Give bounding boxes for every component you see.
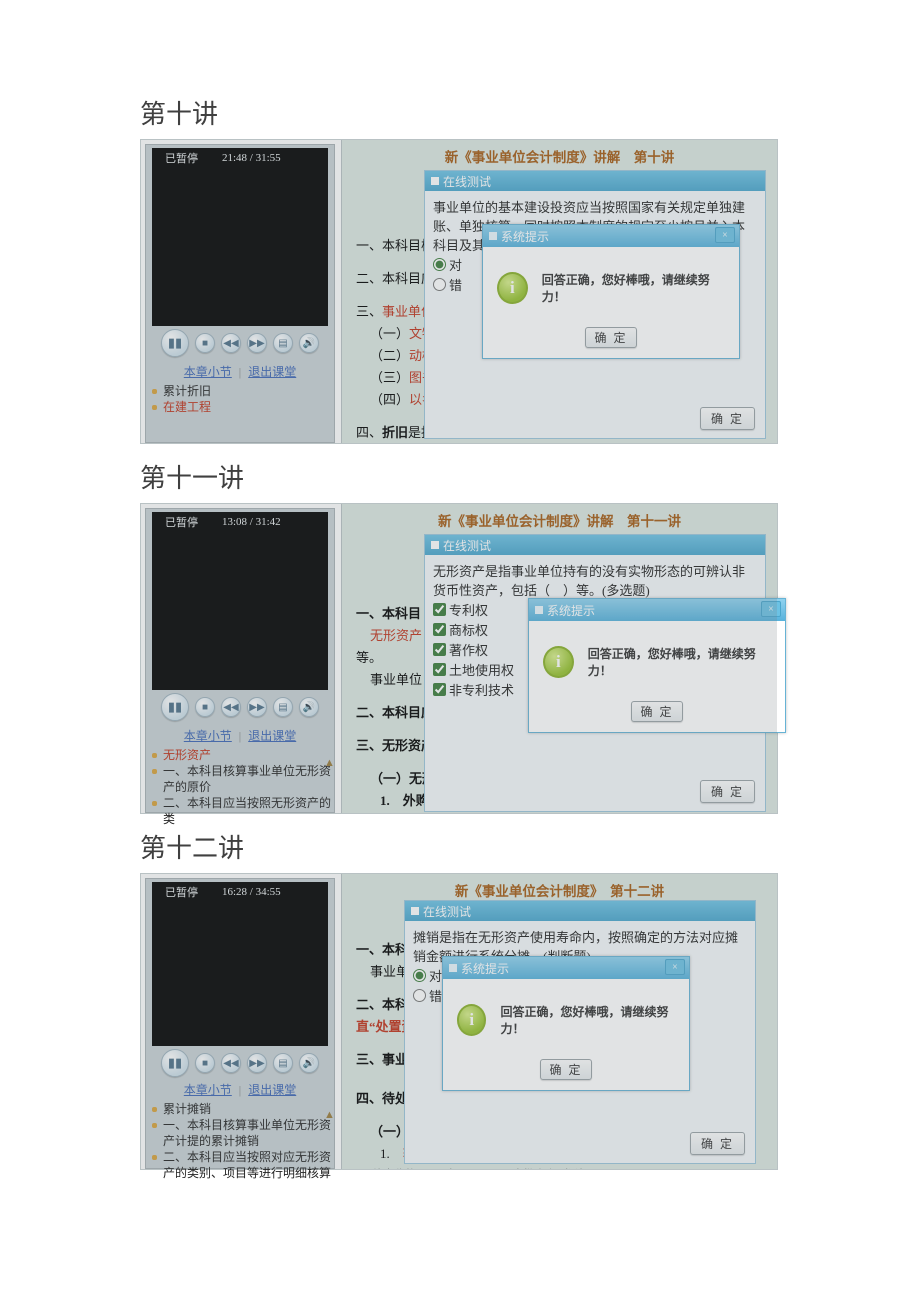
scroll-icon[interactable]: ▲: [324, 757, 332, 765]
quiz-option-radio[interactable]: [413, 989, 426, 1002]
video-area: 已暂停13:08 / 31:42: [152, 512, 328, 690]
modal-message: 回答正确，您好棒哦，请继续努力！: [542, 271, 725, 305]
quiz-confirm-button[interactable]: 确 定: [690, 1132, 745, 1155]
quiz-header: 在线测试: [425, 171, 765, 191]
play-time: 21:48 / 31:55: [222, 152, 281, 164]
exit-link[interactable]: 退出课堂: [248, 1083, 296, 1097]
close-icon[interactable]: ×: [761, 601, 781, 617]
document-root: 第十讲 已暂停 21:48 / 31:55 ▮▮ ■ ◀◀ ▶▶ ▤ 🔊 本章小…: [0, 0, 920, 1210]
scroll-icon[interactable]: ▲: [324, 1109, 332, 1117]
list-item[interactable]: 累计折旧: [163, 383, 211, 399]
quiz-option-checkbox[interactable]: [433, 643, 446, 656]
list-item[interactable]: 二、本科目应当按照对应无形资产的类别、项目等进行明细核算: [163, 1149, 332, 1181]
exit-link[interactable]: 退出课堂: [248, 365, 296, 379]
info-icon: i: [543, 646, 574, 678]
stop-button[interactable]: ■: [195, 1053, 215, 1073]
list-item[interactable]: 无形资产: [163, 747, 211, 763]
screenshot-1: 已暂停 21:48 / 31:55 ▮▮ ■ ◀◀ ▶▶ ▤ 🔊 本章小节 | …: [140, 139, 778, 444]
quiz-option-checkbox[interactable]: [433, 623, 446, 636]
next-button[interactable]: ▶▶: [247, 333, 267, 353]
content-pane-3: 新《事业单位会计制度》 第十二讲 一、本科目 事业单位 二、本科目 直“处置资产…: [341, 874, 777, 1169]
quiz-option-checkbox[interactable]: [433, 603, 446, 616]
list-item[interactable]: 一、本科目核算事业单位无形资产的原价: [163, 763, 332, 795]
quiz-option-radio[interactable]: [413, 969, 426, 982]
player-controls: ▮▮ ■ ◀◀ ▶▶ ▤ 🔊: [146, 329, 334, 357]
screenshot-3: 已暂停16:28 / 34:55 ▮▮ ■ ◀◀ ▶▶ ▤ 🔊 本章小节 | 退…: [140, 873, 778, 1170]
course-title: 新《事业单位会计制度》讲解 第十讲: [342, 146, 777, 166]
video-status-bar: 已暂停 21:48 / 31:55: [153, 149, 327, 167]
player-panel-3: 已暂停16:28 / 34:55 ▮▮ ■ ◀◀ ▶▶ ▤ 🔊 本章小节 | 退…: [145, 878, 335, 1169]
quiz-confirm-button[interactable]: 确 定: [700, 407, 755, 430]
volume-button[interactable]: 🔊: [299, 333, 319, 353]
player-links: 本章小节 | 退出课堂: [146, 363, 334, 381]
system-prompt-modal-3: 系统提示 × i 回答正确，您好棒哦，请继续努力！ 确 定: [442, 956, 690, 1091]
content-pane-2: 新《事业单位会计制度》讲解 第十一讲 一、本科目 无形资产 等。 事业单位 二、…: [341, 504, 777, 813]
content-pane-1: 新《事业单位会计制度》讲解 第十讲 一、本科目核 二、本科目应 三、事业单位 （…: [341, 140, 777, 443]
system-prompt-modal-1: 系统提示 × i 回答正确，您好棒哦，请继续努力！ 确 定: [482, 224, 740, 359]
modal-ok-button[interactable]: 确 定: [540, 1059, 591, 1080]
quiz-confirm-button[interactable]: 确 定: [700, 780, 755, 803]
prev-button[interactable]: ◀◀: [221, 333, 241, 353]
prev-button[interactable]: ◀◀: [221, 697, 241, 717]
outline-list-2: 无形资产 一、本科目核算事业单位无形资产的原价 二、本科目应当按照无形资产的类: [148, 747, 332, 827]
volume-button[interactable]: 🔊: [299, 1053, 319, 1073]
play-status: 已暂停: [165, 150, 198, 166]
section-title-2: 第十一讲: [140, 458, 780, 495]
quiz-option-radio[interactable]: [433, 278, 446, 291]
section-title-1: 第十讲: [140, 94, 780, 131]
modal-ok-button[interactable]: 确 定: [631, 701, 682, 722]
outline-list-3: 累计摊销 一、本科目核算事业单位无形资产计提的累计摊销 二、本科目应当按照对应无…: [148, 1101, 332, 1181]
chapter-link[interactable]: 本章小节: [184, 365, 232, 379]
list-button[interactable]: ▤: [273, 1053, 293, 1073]
player-panel-1: 已暂停 21:48 / 31:55 ▮▮ ■ ◀◀ ▶▶ ▤ 🔊 本章小节 | …: [145, 144, 335, 443]
next-button[interactable]: ▶▶: [247, 1053, 267, 1073]
volume-button[interactable]: 🔊: [299, 697, 319, 717]
close-icon[interactable]: ×: [665, 959, 685, 975]
list-button[interactable]: ▤: [273, 697, 293, 717]
next-button[interactable]: ▶▶: [247, 697, 267, 717]
info-icon: i: [457, 1004, 486, 1036]
chapter-link[interactable]: 本章小节: [184, 729, 232, 743]
list-button[interactable]: ▤: [273, 333, 293, 353]
modal-ok-button[interactable]: 确 定: [585, 327, 636, 348]
list-item[interactable]: 二、本科目应当按照无形资产的类: [163, 795, 332, 827]
quiz-question-text: 无形资产是指事业单位持有的没有实物形态的可辨认非货币性资产，包括（ ）等。(多选…: [433, 561, 757, 599]
quiz-option-checkbox[interactable]: [433, 663, 446, 676]
play-pause-button[interactable]: ▮▮: [161, 693, 189, 721]
video-area: 已暂停 21:48 / 31:55: [152, 148, 328, 326]
list-item[interactable]: 在建工程: [163, 399, 211, 415]
outline-list-1: 累计折旧 在建工程: [148, 383, 332, 415]
stop-button[interactable]: ■: [195, 697, 215, 717]
player-panel-2: 已暂停13:08 / 31:42 ▮▮ ■ ◀◀ ▶▶ ▤ 🔊 本章小节 | 退…: [145, 508, 335, 813]
chapter-link[interactable]: 本章小节: [184, 1083, 232, 1097]
link-sep: |: [239, 365, 241, 379]
screenshot-2: 已暂停13:08 / 31:42 ▮▮ ■ ◀◀ ▶▶ ▤ 🔊 本章小节 | 退…: [140, 503, 778, 814]
quiz-option-radio[interactable]: [433, 258, 446, 271]
list-item[interactable]: 一、本科目核算事业单位无形资产计提的累计摊销: [163, 1117, 332, 1149]
system-prompt-modal-2: 系统提示 × i 回答正确，您好棒哦，请继续努力！ 确 定: [528, 598, 786, 733]
section-title-3: 第十二讲: [140, 828, 780, 865]
list-item[interactable]: 累计摊销: [163, 1101, 211, 1117]
close-icon[interactable]: ×: [715, 227, 735, 243]
stop-button[interactable]: ■: [195, 333, 215, 353]
quiz-option-checkbox[interactable]: [433, 683, 446, 696]
video-area: 已暂停16:28 / 34:55: [152, 882, 328, 1046]
play-pause-button[interactable]: ▮▮: [161, 1049, 189, 1077]
info-icon: i: [497, 272, 528, 304]
exit-link[interactable]: 退出课堂: [248, 729, 296, 743]
play-pause-button[interactable]: ▮▮: [161, 329, 189, 357]
modal-header: 系统提示 ×: [483, 225, 739, 247]
prev-button[interactable]: ◀◀: [221, 1053, 241, 1073]
